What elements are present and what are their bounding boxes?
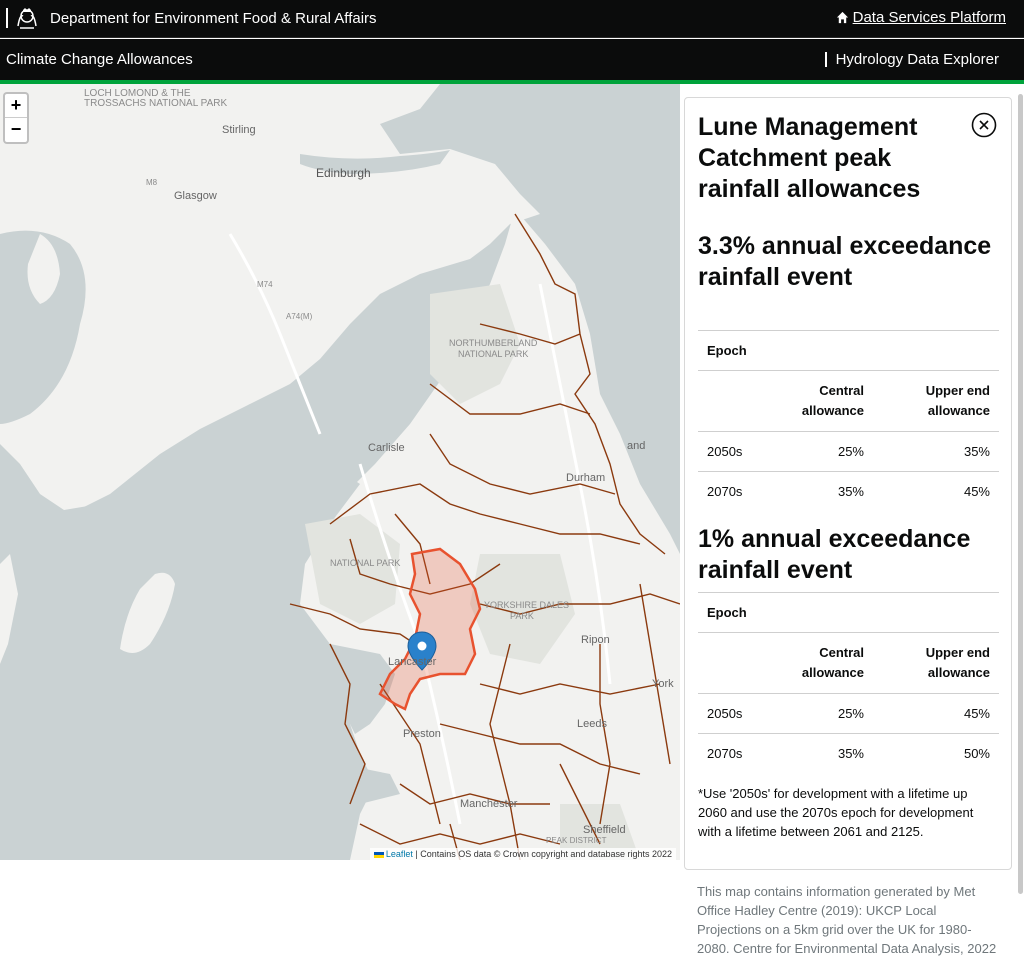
map-label-glasgow: Glasgow bbox=[174, 190, 217, 202]
home-icon bbox=[836, 11, 848, 24]
map-label-edinburgh: Edinburgh bbox=[316, 166, 371, 180]
table-header-row: Central allowance Upper end allowance bbox=[698, 370, 999, 432]
map-label-yorkshire-dales: YORKSHIRE DALES bbox=[484, 600, 570, 610]
map-label-lancaster: Lancaster bbox=[388, 656, 437, 668]
map-label-ripon: Ripon bbox=[581, 634, 610, 646]
upper-cell: 45% bbox=[873, 693, 999, 734]
map-label-york: York bbox=[652, 678, 674, 690]
map-label-trossachs: TROSSACHS NATIONAL PARK bbox=[84, 98, 228, 109]
service-header: Climate Change Allowances Hydrology Data… bbox=[0, 39, 1024, 80]
defra-brand[interactable]: Department for Environment Food & Rural … bbox=[6, 6, 377, 30]
panel-title: Lune Management Catchment peak rainfall … bbox=[698, 113, 921, 203]
epoch-header: Epoch bbox=[698, 330, 999, 371]
upper-cell: 50% bbox=[873, 733, 999, 774]
zoom-out-button[interactable]: − bbox=[5, 118, 27, 142]
central-allowance-header: Central allowance bbox=[778, 370, 873, 432]
leaflet-link[interactable]: Leaflet bbox=[386, 849, 413, 859]
upper-allowance-header: Upper end allowance bbox=[873, 632, 999, 694]
upper-cell: 35% bbox=[873, 431, 999, 472]
map-label-m8: M8 bbox=[146, 178, 158, 187]
map-label-leeds: Leeds bbox=[577, 718, 607, 730]
empty-header-cell bbox=[698, 632, 778, 694]
central-cell: 35% bbox=[778, 733, 873, 774]
table-row: 2070s 35% 50% bbox=[698, 733, 999, 774]
empty-header-cell bbox=[698, 370, 778, 432]
map-label-m74: M74 bbox=[257, 280, 273, 289]
upper-cell: 45% bbox=[873, 471, 999, 512]
zoom-in-button[interactable]: + bbox=[5, 94, 27, 118]
epoch-cell: 2070s bbox=[698, 471, 778, 512]
table-epoch-row: Epoch bbox=[698, 592, 999, 633]
central-cell: 35% bbox=[778, 471, 873, 512]
map-label-northumberland-park: NATIONAL PARK bbox=[458, 349, 529, 359]
map-attribution: Leaflet | Contains OS data © Crown copyr… bbox=[369, 848, 676, 860]
central-allowance-header: Central allowance bbox=[778, 632, 873, 694]
org-name: Department for Environment Food & Rural … bbox=[50, 9, 377, 27]
upper-allowance-header: Upper end allowance bbox=[873, 370, 999, 432]
map-label-carlisle: Carlisle bbox=[368, 442, 405, 454]
map-view[interactable]: LOCH LOMOND & THE TROSSACHS NATIONAL PAR… bbox=[0, 84, 680, 860]
allowance-table-1-percent: Epoch Central allowance Upper end allowa… bbox=[698, 592, 999, 774]
source-attribution: This map contains information generated … bbox=[697, 884, 997, 956]
brand-divider bbox=[6, 8, 8, 28]
table-epoch-row: Epoch bbox=[698, 330, 999, 371]
map-label-stirling: Stirling bbox=[222, 124, 256, 136]
table-row: 2050s 25% 35% bbox=[698, 431, 999, 472]
map-label-peak-district: PEAK DISTRICT bbox=[546, 836, 607, 845]
map-label-durham: Durham bbox=[566, 472, 606, 484]
map-label-manchester: Manchester bbox=[460, 798, 518, 810]
data-services-platform-link[interactable]: Data Services Platform bbox=[836, 9, 1006, 26]
table-header-row: Central allowance Upper end allowance bbox=[698, 632, 999, 694]
hydrology-explorer-label: Hydrology Data Explorer bbox=[835, 51, 999, 68]
map-label-northumberland: NORTHUMBERLAND bbox=[449, 338, 538, 348]
central-cell: 25% bbox=[778, 431, 873, 472]
platform-link-label: Data Services Platform bbox=[852, 9, 1006, 26]
service-title[interactable]: Climate Change Allowances bbox=[6, 51, 193, 68]
central-cell: 25% bbox=[778, 693, 873, 734]
top-header: Department for Environment Food & Rural … bbox=[0, 0, 1024, 38]
royal-crest-icon bbox=[17, 8, 37, 29]
allowances-panel: Lune Management Catchment peak rainfall … bbox=[684, 97, 1012, 870]
table-row: 2050s 25% 45% bbox=[698, 693, 999, 734]
map-label-sunderland: and bbox=[627, 440, 646, 452]
close-circle-icon[interactable] bbox=[971, 112, 997, 138]
map-label-preston: Preston bbox=[403, 728, 441, 740]
attribution-text: | Contains OS data © Crown copyright and… bbox=[415, 849, 672, 859]
map-label-a74m: A74(M) bbox=[286, 312, 313, 321]
map-label-lake-district: NATIONAL PARK bbox=[330, 558, 401, 568]
section-heading-1-percent: 1% annual exceedance rainfall event bbox=[698, 525, 971, 584]
epoch-header: Epoch bbox=[698, 592, 999, 633]
epoch-cell: 2050s bbox=[698, 431, 778, 472]
epoch-cell: 2050s bbox=[698, 693, 778, 734]
allowance-table-3-3-percent: Epoch Central allowance Upper end allowa… bbox=[698, 330, 999, 512]
zoom-control: + − bbox=[3, 92, 29, 144]
epoch-footnote: *Use '2050s' for development with a life… bbox=[698, 786, 974, 839]
ukraine-flag-icon bbox=[373, 851, 384, 858]
map-label-yorkshire-dales-park: PARK bbox=[510, 611, 534, 621]
hydrology-explorer-link[interactable]: Hydrology Data Explorer bbox=[824, 51, 999, 68]
table-row: 2070s 35% 45% bbox=[698, 471, 999, 512]
section-heading-3-3-percent: 3.3% annual exceedance rainfall event bbox=[698, 232, 992, 291]
map-label-sheffield: Sheffield bbox=[583, 824, 626, 836]
page-scrollbar[interactable] bbox=[1016, 84, 1024, 894]
nav-divider bbox=[824, 52, 827, 67]
epoch-cell: 2070s bbox=[698, 733, 778, 774]
scrollbar-thumb[interactable] bbox=[1018, 94, 1023, 894]
